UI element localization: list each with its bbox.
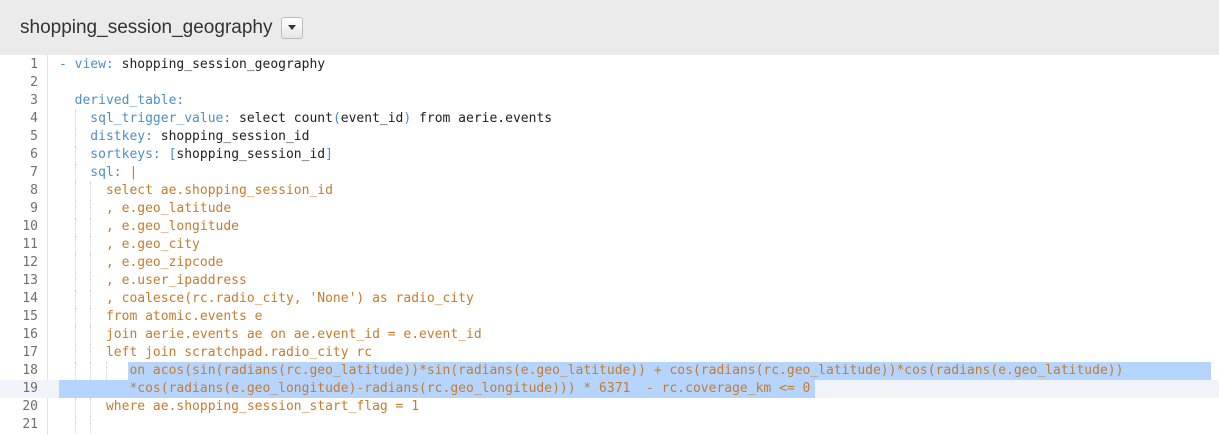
line-number: 17: [22, 345, 38, 360]
code-token: from aerie.events: [411, 111, 553, 126]
code-editor[interactable]: 1 - view: shopping_session_geography 2 3 de…: [0, 55, 1219, 435]
code-line[interactable]: 18 on acos(sin(radians(rc.geo_latitude))…: [0, 362, 1219, 380]
line-number: 10: [22, 219, 38, 234]
code-text: , e.user_ipaddress: [59, 272, 247, 290]
code-token: shopping_session_id: [176, 147, 326, 162]
code-token: , coalesce(rc.radio_city, 'None') as rad…: [59, 291, 474, 306]
line-number: 5: [30, 129, 38, 144]
caret-down-icon: [288, 25, 297, 30]
code-text: derived_table:: [59, 92, 185, 110]
code-text: from atomic.events e: [59, 308, 263, 326]
line-number: 13: [22, 273, 38, 288]
line-number: 2: [30, 75, 38, 90]
line-number: 11: [22, 237, 38, 252]
line-number: 16: [22, 327, 38, 342]
code-line[interactable]: 14 , coalesce(rc.radio_city, 'None') as …: [0, 290, 1219, 308]
code-token: , e.geo_city: [59, 237, 200, 252]
code-text: where ae.shopping_session_start_flag = 1: [59, 398, 419, 416]
code-line[interactable]: 9 , e.geo_latitude: [0, 200, 1219, 218]
line-number: 8: [30, 183, 38, 198]
code-text: left join scratchpad.radio_city rc: [59, 344, 372, 362]
code-token: , e.geo_zipcode: [59, 255, 224, 270]
code-line[interactable]: 8 select ae.shopping_session_id: [0, 182, 1219, 200]
line-number: 7: [30, 165, 38, 180]
code-line[interactable]: 10 , e.geo_longitude: [0, 218, 1219, 236]
code-line[interactable]: 3 derived_table:: [0, 92, 1219, 110]
indent-guide: [74, 416, 76, 434]
code-token: event_id: [340, 111, 404, 126]
line-number: 12: [22, 255, 38, 270]
code-line[interactable]: 5 distkey: shopping_session_id: [0, 128, 1219, 146]
code-line[interactable]: 19 *cos(radians(e.geo_longitude)-radians…: [0, 380, 1219, 398]
code-text: on acos(sin(radians(rc.geo_latitude))*si…: [59, 362, 1123, 380]
code-line[interactable]: 4 sql_trigger_value: select count(event_…: [0, 110, 1219, 128]
code-text: , e.geo_longitude: [59, 218, 239, 236]
code-token: join aerie.events ae on ae.event_id = e.…: [59, 327, 482, 342]
code-token: *cos(radians(e.geo_longitude)-radians(rc…: [59, 381, 811, 396]
code-token: , e.user_ipaddress: [59, 273, 247, 288]
code-text: sql_trigger_value: select count(event_id…: [59, 110, 552, 128]
code-line[interactable]: 17 left join scratchpad.radio_city rc: [0, 344, 1219, 362]
view-options-dropdown-button[interactable]: [281, 16, 304, 39]
code-token: shopping_session_id: [160, 129, 310, 144]
code-text: distkey: shopping_session_id: [59, 128, 309, 146]
code-text: , e.geo_zipcode: [59, 254, 223, 272]
line-number: 20: [22, 399, 38, 414]
code-line[interactable]: 20 where ae.shopping_session_start_flag …: [0, 398, 1219, 416]
code-token: , e.geo_longitude: [59, 219, 240, 234]
line-number: 9: [30, 201, 38, 216]
code-line[interactable]: 21: [0, 416, 1219, 434]
code-text: select ae.shopping_session_id: [59, 182, 333, 200]
line-number: 15: [22, 309, 38, 324]
code-token: - view:: [59, 57, 122, 72]
line-number: 21: [22, 417, 38, 432]
code-token: distkey:: [59, 129, 161, 144]
code-token: (: [332, 111, 341, 126]
line-number: 4: [30, 111, 38, 126]
line-number: 18: [22, 363, 38, 378]
code-token: where ae.shopping_session_start_flag = 1: [59, 399, 420, 414]
view-title: shopping_session_geography: [20, 16, 273, 38]
code-line[interactable]: 7 sql: |: [0, 164, 1219, 182]
code-line[interactable]: 2: [0, 74, 1219, 92]
code-line[interactable]: 15 from atomic.events e: [0, 308, 1219, 326]
code-line[interactable]: 12 , e.geo_zipcode: [0, 254, 1219, 272]
code-token: sql:: [59, 165, 130, 180]
code-token: on acos(sin(radians(rc.geo_latitude))*si…: [59, 363, 1124, 378]
code-text: , e.geo_city: [59, 236, 200, 254]
line-number: 1: [30, 57, 38, 72]
code-text: - view: shopping_session_geography: [59, 56, 325, 74]
code-text: , coalesce(rc.radio_city, 'None') as rad…: [59, 290, 474, 308]
line-number: 14: [22, 291, 38, 306]
code-token: sortkeys:: [59, 147, 169, 162]
line-number: 3: [30, 93, 38, 108]
code-token: shopping_session_geography: [121, 57, 326, 72]
code-token: select ae.shopping_session_id: [59, 183, 333, 198]
code-token: from atomic.events e: [59, 309, 263, 324]
code-token: ]: [325, 147, 333, 162]
code-line[interactable]: 13 , e.user_ipaddress: [0, 272, 1219, 290]
line-number: 6: [30, 147, 38, 162]
code-token: select count: [239, 111, 333, 126]
line-number: 19: [22, 381, 38, 396]
code-line[interactable]: 11 , e.geo_city: [0, 236, 1219, 254]
code-token: , e.geo_latitude: [59, 201, 232, 216]
code-line[interactable]: 1 - view: shopping_session_geography: [0, 56, 1219, 74]
code-text: *cos(radians(e.geo_longitude)-radians(rc…: [59, 380, 810, 398]
code-text: join aerie.events ae on ae.event_id = e.…: [59, 326, 482, 344]
code-line[interactable]: 16 join aerie.events ae on ae.event_id =…: [0, 326, 1219, 344]
code-token: derived_table:: [59, 93, 185, 108]
code-line[interactable]: 6 sortkeys: [shopping_session_id]: [0, 146, 1219, 164]
code-token: left join scratchpad.radio_city rc: [59, 345, 373, 360]
code-text: sql: |: [59, 164, 137, 182]
code-text: , e.geo_latitude: [59, 200, 231, 218]
file-header: shopping_session_geography: [0, 0, 1219, 55]
indent-guide: [90, 416, 92, 434]
code-token: sql_trigger_value:: [59, 111, 240, 126]
code-text: sortkeys: [shopping_session_id]: [59, 146, 333, 164]
code-token: |: [129, 165, 138, 180]
